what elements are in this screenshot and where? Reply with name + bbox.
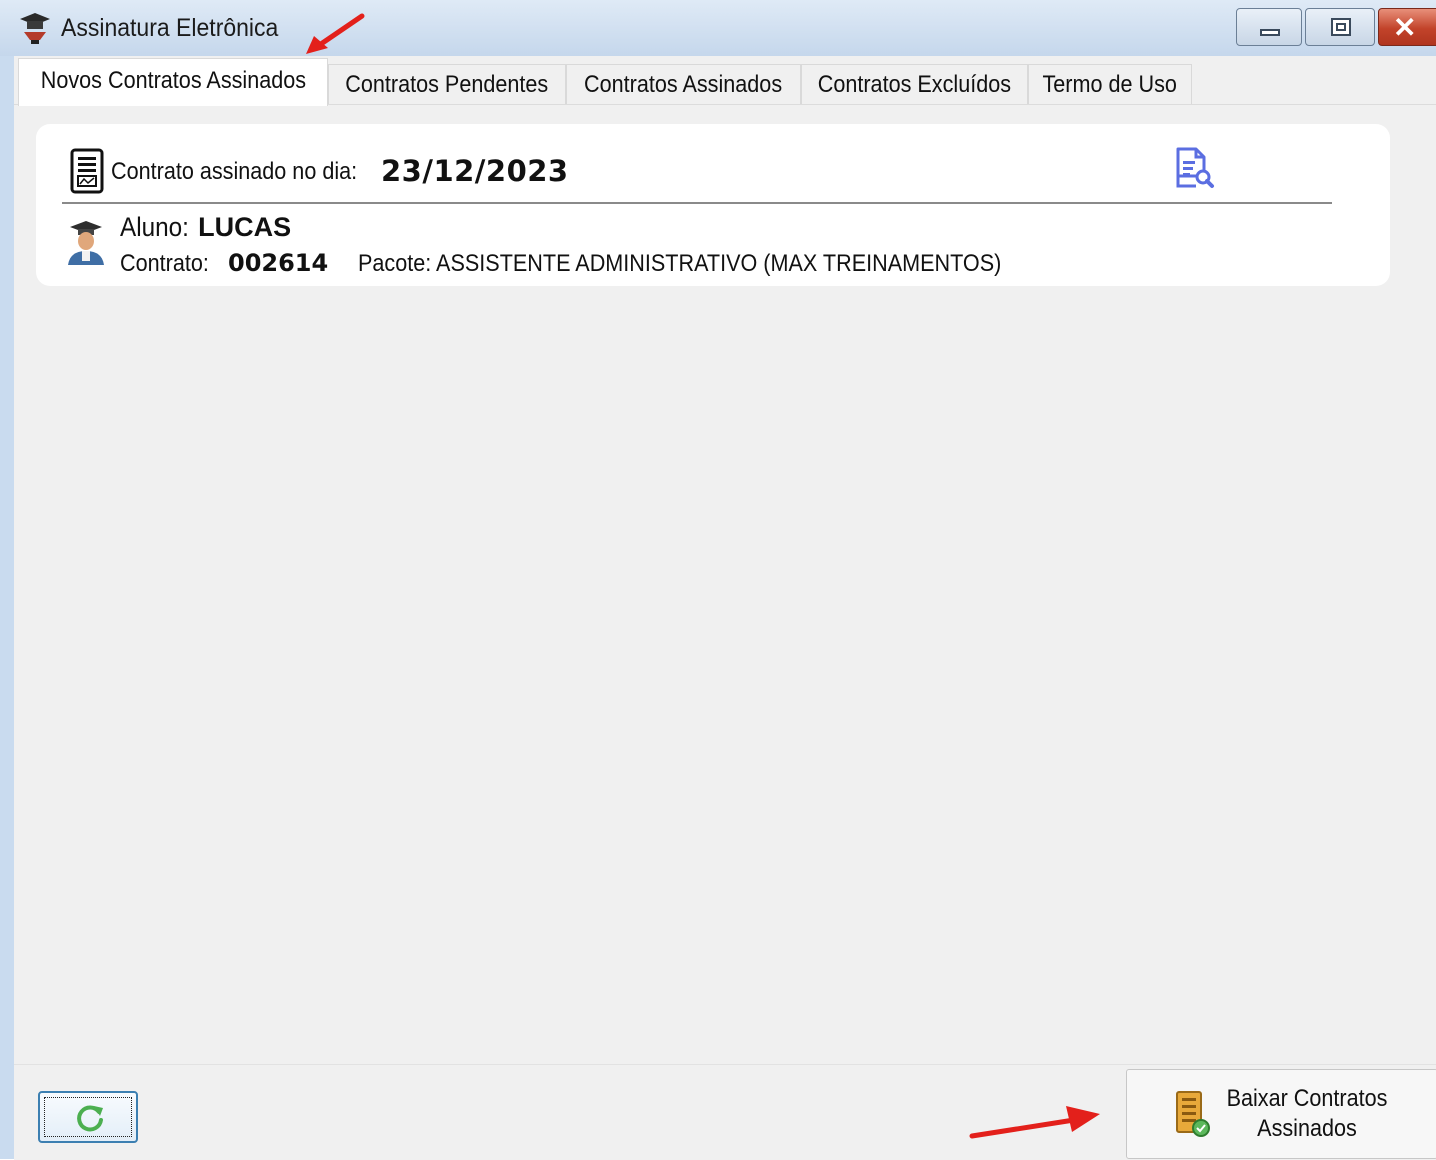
tab-novos-contratos-assinados[interactable]: Novos Contratos Assinados — [18, 58, 328, 106]
refresh-icon — [77, 1105, 103, 1132]
close-button[interactable]: ✕ — [1378, 8, 1436, 46]
refresh-button[interactable] — [38, 1091, 138, 1143]
package-label: Pacote: — [358, 250, 432, 277]
signed-date-label: Contrato assinado no dia: — [111, 158, 358, 185]
download-signed-contracts-button[interactable]: Baixar Contratos Assinados — [1126, 1069, 1436, 1159]
download-button-label: Baixar Contratos Assinados — [1226, 1085, 1388, 1142]
tab-strip: Novos Contratos Assinados Contratos Pend… — [14, 56, 1436, 106]
signed-date-value: 23/12/2023 — [381, 154, 569, 188]
graduation-cap-icon — [20, 13, 50, 44]
package-line: Pacote: ASSISTENTE ADMINISTRATIVO (MAX T… — [358, 250, 1073, 278]
annotation-arrow-tab — [306, 13, 365, 54]
maximize-button[interactable] — [1305, 8, 1375, 46]
window-client-area: Novos Contratos Assinados Contratos Pend… — [14, 56, 1436, 1160]
tab-contratos-pendentes[interactable]: Contratos Pendentes — [328, 64, 566, 104]
tab-page-novos-contratos: Contrato assinado no dia: 23/12/2023 Alu… — [24, 106, 1436, 1064]
document-search-icon[interactable] — [1174, 146, 1216, 190]
window-frame: Assinatura Eletrônica ✕ Novos Contratos … — [0, 0, 1436, 1160]
student-label: Aluno: — [120, 212, 189, 242]
contract-number: 002614 — [228, 249, 329, 277]
download-contracts-icon — [1176, 1091, 1210, 1137]
tab-termo-de-uso[interactable]: Termo de Uso — [1028, 64, 1192, 104]
contract-card[interactable]: Contrato assinado no dia: 23/12/2023 Alu… — [36, 124, 1390, 286]
contract-document-icon — [70, 148, 104, 194]
title-bar[interactable]: Assinatura Eletrônica ✕ — [0, 0, 1436, 56]
window-title: Assinatura Eletrônica — [61, 14, 279, 42]
student-line: Aluno: LUCAS — [120, 212, 291, 243]
contract-number-line: Contrato: 002614 — [120, 249, 328, 278]
close-icon: ✕ — [1393, 12, 1417, 43]
annotation-arrow-download — [969, 1106, 1100, 1139]
package-value: ASSISTENTE ADMINISTRATIVO (MAX TREINAMEN… — [436, 250, 1002, 277]
tab-contratos-excluidos[interactable]: Contratos Excluídos — [801, 64, 1028, 104]
student-name: LUCAS — [198, 212, 292, 242]
minimize-button[interactable] — [1236, 8, 1302, 46]
card-divider — [62, 202, 1332, 204]
minimize-icon — [1260, 29, 1280, 36]
student-avatar-icon — [68, 221, 104, 265]
bottom-panel: Baixar Contratos Assinados — [14, 1064, 1436, 1160]
maximize-icon — [1331, 18, 1351, 36]
tab-contratos-assinados[interactable]: Contratos Assinados — [566, 64, 801, 104]
contract-label: Contrato: — [120, 250, 209, 277]
